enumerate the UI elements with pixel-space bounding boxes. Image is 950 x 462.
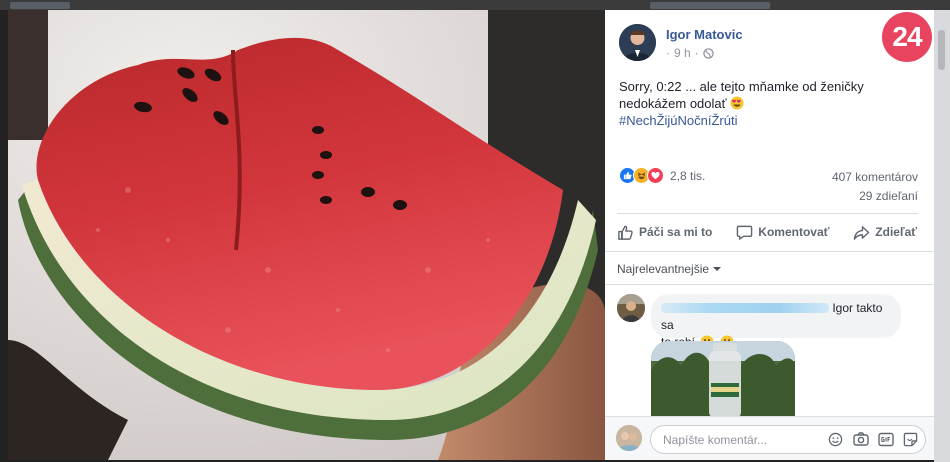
globe-icon[interactable] [702, 47, 714, 59]
browser-tab[interactable] [10, 2, 70, 9]
commenter-avatar[interactable] [617, 294, 645, 322]
comment-bubble-icon [736, 225, 753, 240]
shares-count[interactable]: 29 zdieľaní [859, 189, 918, 203]
meta-separator: · [694, 46, 699, 60]
divider [605, 284, 934, 285]
browser-top-strip [0, 0, 950, 10]
post-photo[interactable] [8, 10, 605, 460]
scrollbar-thumb[interactable] [938, 30, 945, 70]
brand-badge-text: 24 [892, 21, 922, 52]
reactions-summary[interactable]: 2,8 tis. [619, 167, 705, 184]
comment-sort-dropdown[interactable]: Najrelevantnejšie [617, 262, 722, 276]
comment-input[interactable] [663, 432, 813, 447]
post-time[interactable]: 9 h [674, 46, 691, 60]
current-user-avatar[interactable] [616, 425, 642, 451]
comment-button[interactable]: Komentovať [736, 224, 829, 241]
comment-sort-label: Najrelevantnejšie [617, 262, 710, 276]
meta-separator: · [666, 46, 670, 60]
gif-icon[interactable] [877, 431, 894, 448]
divider [605, 251, 934, 252]
comments-count[interactable]: 407 komentárov [832, 170, 918, 184]
brand-badge-24: 24 [882, 12, 932, 62]
comment-bubble: Igor takto sa to robí [651, 294, 901, 349]
post-author[interactable]: Igor Matovic [666, 27, 743, 42]
camera-icon[interactable] [852, 431, 869, 448]
post-meta: · 9 h · [666, 46, 714, 60]
heart-eyes-emoji-icon [730, 96, 744, 110]
comment-attached-photo[interactable] [651, 341, 795, 418]
comment-input-box[interactable] [650, 425, 926, 454]
like-button[interactable]: Páči sa mi to [617, 224, 712, 241]
post-text-line1: Sorry, 0:22 ... ale tejto mňamke od ženi… [619, 79, 864, 94]
screenshot-frame: Igor Matovic · 9 h · 24 Sorry, 0:22 ... … [0, 0, 950, 462]
chevron-down-icon [713, 267, 722, 271]
redacted-name [661, 303, 829, 313]
like-button-label: Páči sa mi to [639, 225, 713, 239]
post-text-line2: nedokážem odolať [619, 96, 727, 111]
reaction-count[interactable]: 2,8 tis. [670, 169, 705, 183]
share-button[interactable]: Zdieľať [853, 224, 917, 241]
watermelon-photo [8, 10, 605, 460]
post-actions: Páči sa mi to Komentovať Zdieľať [617, 218, 917, 246]
composer-tools [827, 431, 919, 448]
post-hashtag[interactable]: #NechŽijúNočníŽrúti [619, 112, 919, 129]
smiley-icon[interactable] [827, 431, 844, 448]
comment-composer [605, 416, 934, 460]
sticker-icon[interactable] [902, 431, 919, 448]
thumbs-up-icon [618, 225, 633, 240]
love-reaction-icon [647, 167, 664, 184]
post-panel: Igor Matovic · 9 h · 24 Sorry, 0:22 ... … [605, 10, 934, 460]
share-button-label: Zdieľať [875, 225, 917, 239]
share-arrow-icon [853, 225, 870, 240]
post-text: Sorry, 0:22 ... ale tejto mňamke od ženi… [619, 78, 919, 129]
comment-button-label: Komentovať [758, 225, 830, 239]
author-avatar[interactable] [619, 24, 656, 61]
scrollbar-area[interactable] [934, 10, 950, 462]
divider [617, 213, 918, 214]
browser-tab[interactable] [650, 2, 770, 9]
